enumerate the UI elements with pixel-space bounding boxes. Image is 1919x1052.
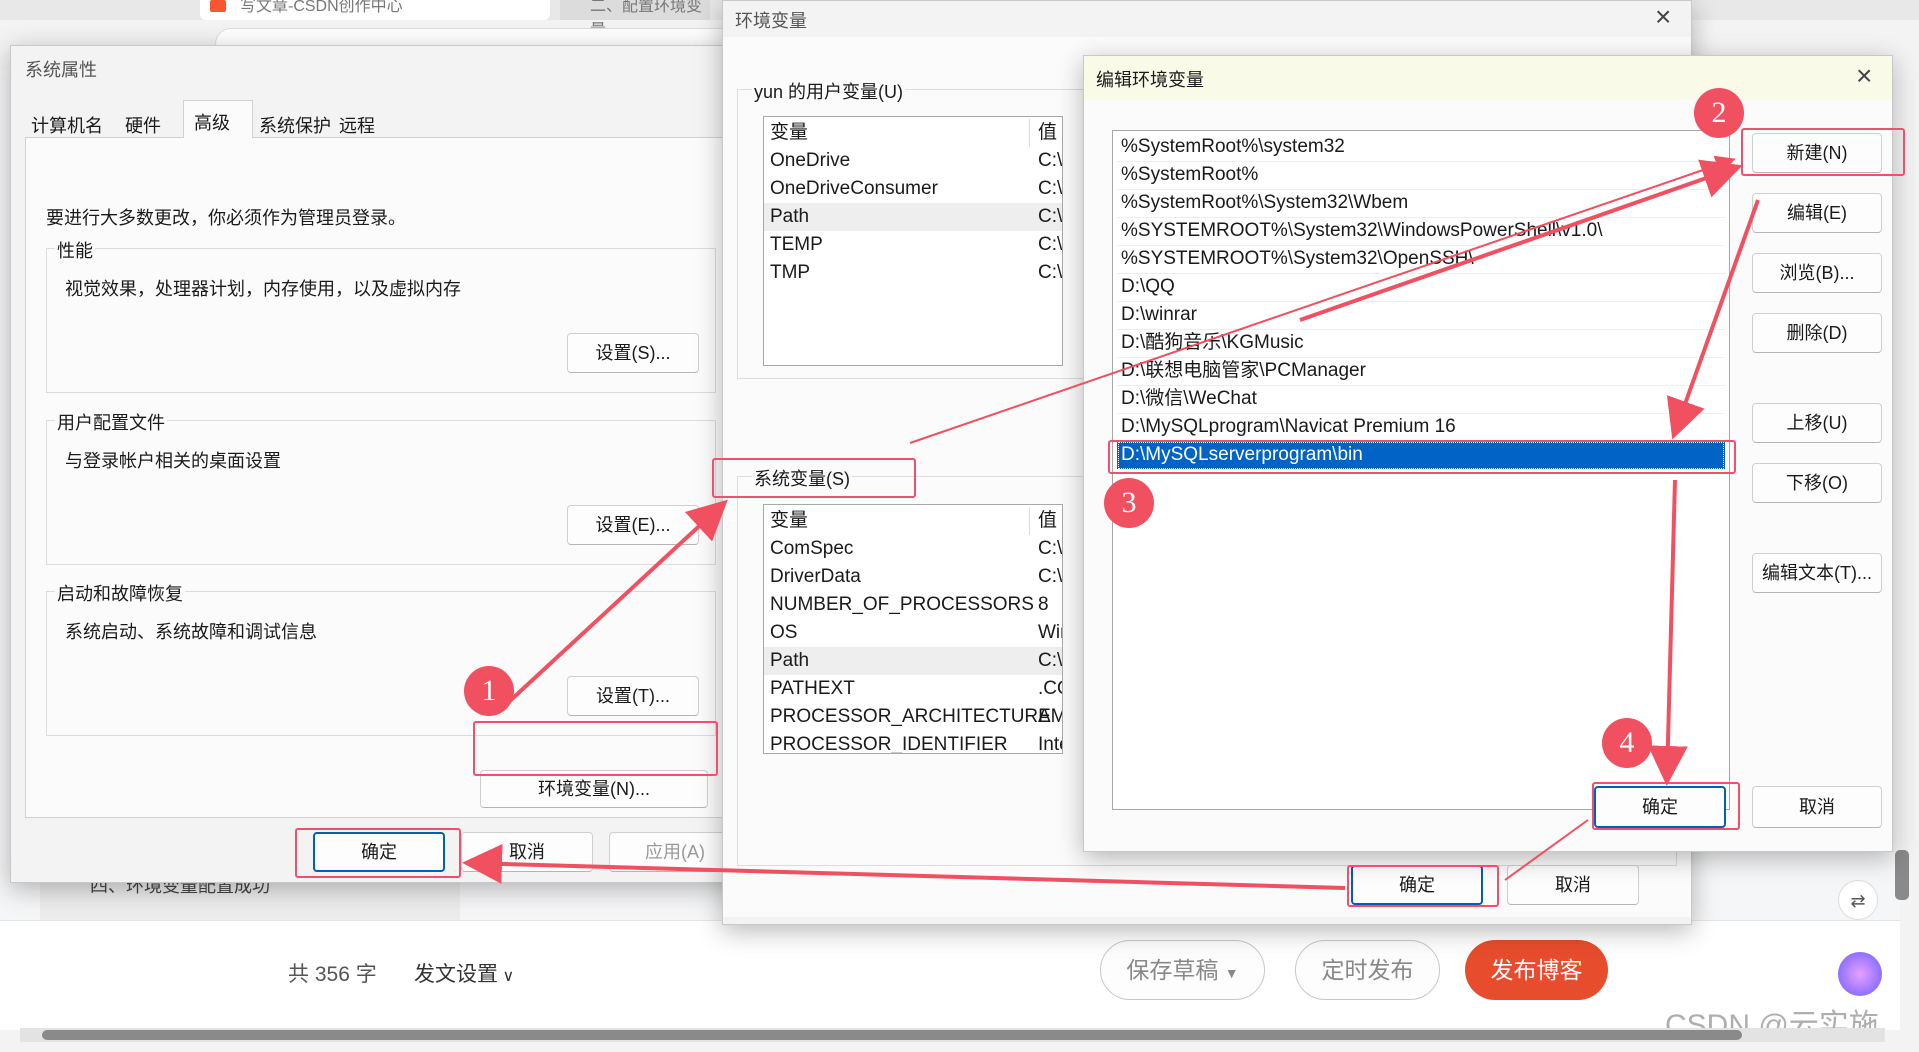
arrow-2: [909, 155, 1736, 444]
step-badge-1: 1: [464, 666, 514, 716]
arrow-5: [1504, 819, 1589, 881]
arrow-6: [462, 843, 1346, 890]
step-badge-2: 2: [1694, 88, 1744, 138]
arrow-1: [498, 499, 728, 712]
step-badge-4: 4: [1602, 718, 1652, 768]
annotation-arrows: [462, 155, 1760, 890]
arrow-4: [1647, 479, 1688, 786]
arrow-2b: [1299, 159, 1743, 322]
step-badge-3: 3: [1104, 478, 1154, 528]
arrow-3: [1666, 199, 1760, 440]
